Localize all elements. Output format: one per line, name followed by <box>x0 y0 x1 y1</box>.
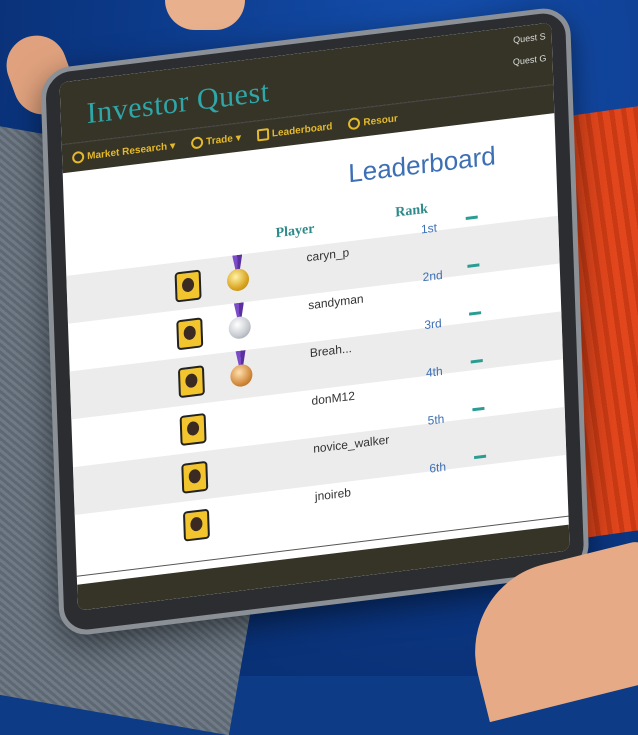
nav-label: Leaderboard <box>271 120 333 140</box>
player-name: novice_walker <box>312 432 390 456</box>
player-name: sandyman <box>307 291 364 313</box>
quest-links: Quest S Quest G <box>512 25 547 73</box>
chevron-down-icon: ▾ <box>235 131 242 144</box>
column-header-rank: Rank <box>395 201 429 221</box>
avatar <box>176 317 204 351</box>
chevron-down-icon: ▾ <box>169 140 176 152</box>
nav-trade[interactable]: Trade ▾ <box>190 131 242 150</box>
tablet-screen: Investor Quest Quest S Quest G Market Re… <box>59 22 570 611</box>
tablet-device: Investor Quest Quest S Quest G Market Re… <box>40 5 590 638</box>
avatar <box>179 412 207 447</box>
trade-icon <box>190 136 204 150</box>
player-name: donM12 <box>311 388 356 408</box>
player-name: jnoireb <box>314 485 352 504</box>
player-name: Breah... <box>309 341 353 361</box>
player-name: caryn_p <box>306 245 350 265</box>
trophy-icon <box>256 128 270 142</box>
nav-label: Market Research <box>86 141 168 162</box>
player-rank: 3rd <box>424 316 442 333</box>
avatar <box>181 460 209 494</box>
gold-medal-icon <box>226 254 250 297</box>
quest-link[interactable]: Quest G <box>513 47 547 73</box>
nav-market-research[interactable]: Market Research ▾ <box>71 140 176 165</box>
leaderboard-table: caryn_p 1st sandyman 2nd Breah... 3rd do… <box>66 215 568 563</box>
player-rank: 1st <box>420 220 438 237</box>
nav-resources[interactable]: Resour <box>348 112 399 131</box>
nav-label: Resour <box>363 112 399 128</box>
player-rank: 6th <box>429 459 447 476</box>
bronze-medal-icon <box>230 349 253 392</box>
column-header-player: Player <box>275 221 315 242</box>
nav-label: Trade <box>205 132 234 148</box>
avatar <box>174 269 202 303</box>
nav-leaderboard[interactable]: Leaderboard <box>256 120 333 142</box>
player-rank: 5th <box>427 411 445 428</box>
resources-icon <box>348 116 361 131</box>
player-rank: 2nd <box>422 267 443 285</box>
player-rank: 4th <box>425 363 443 380</box>
avatar <box>177 365 205 399</box>
avatar <box>182 508 210 542</box>
silver-medal-icon <box>228 301 252 344</box>
magnifier-icon <box>71 150 85 165</box>
